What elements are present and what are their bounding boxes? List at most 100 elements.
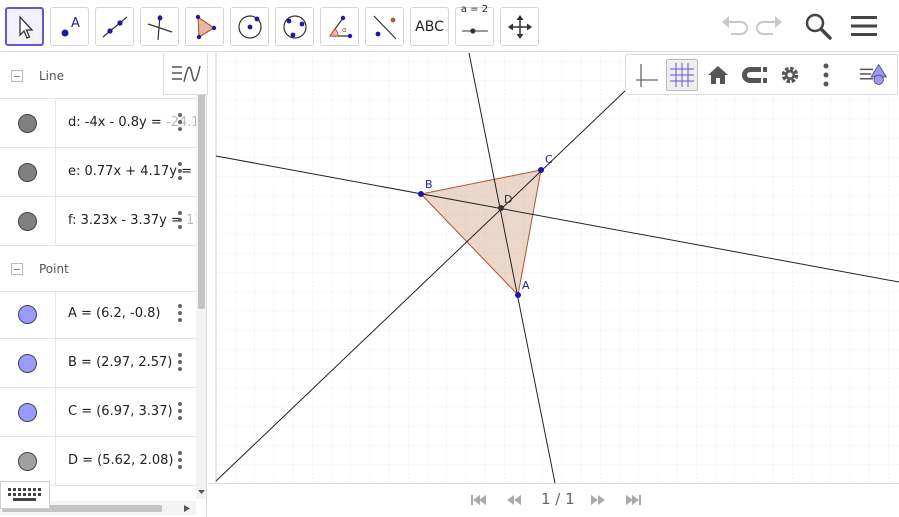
line-tool[interactable] [95,7,134,46]
move-tool[interactable] [5,7,44,46]
point-capturing-button[interactable] [738,59,770,91]
algebra-vertical-scrollbar[interactable] [196,53,206,499]
settings-button[interactable] [774,59,806,91]
row-menu-icon[interactable] [177,113,183,133]
svg-text:A: A [71,16,80,31]
point-tool[interactable]: A [50,7,89,46]
last-step-button[interactable] [624,492,644,508]
text-tool-label: ABC [415,18,444,35]
algebra-row-line-f[interactable]: f: 3.23x - 3.37y = 11. [0,197,196,246]
graphics-canvas[interactable]: A B C D [208,53,899,483]
skip-last-icon [626,495,641,505]
algebra-row-line-e[interactable]: e: 0.77x + 4.17y = 12 [0,148,196,197]
visibility-toggle[interactable] [18,304,37,324]
style-toggle-icon [859,63,888,85]
group-label: Line [39,68,65,83]
angle-tool[interactable]: α [320,7,359,46]
polygon-tool[interactable] [185,7,224,46]
row-menu-icon[interactable] [177,451,183,471]
circle-center-point-tool[interactable] [230,7,269,46]
slider-tool-label: a = 2 [460,3,489,15]
visibility-toggle[interactable] [18,113,37,133]
row-menu-icon[interactable] [177,402,183,422]
search-button[interactable] [800,8,836,44]
svg-text:α: α [342,26,347,34]
redo-button[interactable] [752,8,788,44]
collapse-icon[interactable] [11,262,23,275]
algebra-view: Line d: -4x - 0.8y = -24.16 e: 0.77x + 4… [0,53,207,517]
grid-button[interactable] [666,59,698,91]
group-label: Point [39,261,69,276]
keyboard-button[interactable] [0,481,50,509]
previous-step-button[interactable] [505,492,525,508]
line-f-value: 11. [186,213,196,228]
algebra-row-point-a[interactable]: A = (6.2, -0.8) [0,290,196,339]
graph-view-icon [171,65,201,82]
move-graphics-tool[interactable] [500,7,539,46]
collapse-icon[interactable] [11,69,23,82]
point-b-label: B [425,178,433,191]
reflect-tool[interactable] [365,7,404,46]
point-a-label: A [522,279,530,292]
magnet-icon [742,67,767,83]
menu-icon [851,16,877,36]
algebra-row-point-b[interactable]: B = (2.97, 2.57) [0,339,196,388]
circle-three-points-tool[interactable] [275,7,314,46]
visibility-toggle[interactable] [18,353,37,373]
first-step-button[interactable] [469,492,489,508]
style-bar-toggle[interactable] [858,59,890,91]
scroll-down-icon[interactable] [196,487,207,497]
undo-button[interactable] [716,8,752,44]
visibility-toggle[interactable] [18,402,37,422]
line-d-definition: d: -4x - 0.8y = [68,115,166,130]
axes-button[interactable] [630,59,662,91]
redo-icon [756,16,782,35]
skip-first-icon [471,495,486,505]
graphics-view[interactable]: A B C D [208,53,899,483]
row-menu-icon[interactable] [177,211,183,231]
gear-icon [781,66,799,84]
home-button[interactable] [702,59,734,91]
visibility-toggle[interactable] [18,451,37,471]
algebra-row-point-d[interactable]: D = (5.62, 2.08) [0,437,196,486]
more-icon [823,63,829,87]
more-button[interactable] [810,59,842,91]
algebra-row-point-c[interactable]: C = (6.97, 3.37) [0,388,196,437]
point-icon: A [61,16,80,36]
perpendicular-line-tool[interactable] [140,7,179,46]
rewind-icon [507,495,521,505]
scroll-right-icon[interactable] [184,505,190,512]
row-menu-icon[interactable] [177,162,183,182]
keyboard-icon [8,488,41,501]
text-tool[interactable]: ABC [410,7,449,46]
next-step-button[interactable] [588,492,608,508]
fast-forward-icon [591,495,605,505]
polygon-icon [195,14,216,39]
slider-tool[interactable]: a = 2 [455,3,494,46]
view-toggle-button[interactable] [163,53,208,95]
visibility-toggle[interactable] [18,162,37,182]
circle-three-points-icon [282,14,307,39]
point-c-label: C [545,153,553,166]
line-icon [102,16,127,37]
point-a[interactable] [515,292,521,298]
row-menu-icon[interactable] [177,353,183,373]
search-icon [805,13,832,40]
move-arrows-icon [507,14,532,39]
visibility-toggle[interactable] [18,211,37,231]
point-c[interactable] [538,167,544,173]
main-menu-button[interactable] [846,8,882,44]
point-d-label: D [504,193,512,206]
home-icon [708,66,728,84]
algebra-row-line-d[interactable]: d: -4x - 0.8y = -24.16 [0,99,196,148]
row-menu-icon[interactable] [177,304,183,324]
point-b[interactable] [418,191,424,197]
slider-icon [461,27,488,34]
circle-icon [237,14,262,39]
axes-icon [636,64,658,87]
graphics-style-bar [625,54,898,95]
group-header-point[interactable]: Point [0,246,196,292]
page-indicator: 1 / 1 [541,490,575,508]
cursor-arrow-icon [18,14,33,39]
line-f-definition: f: 3.23x - 3.37y = [68,213,187,228]
